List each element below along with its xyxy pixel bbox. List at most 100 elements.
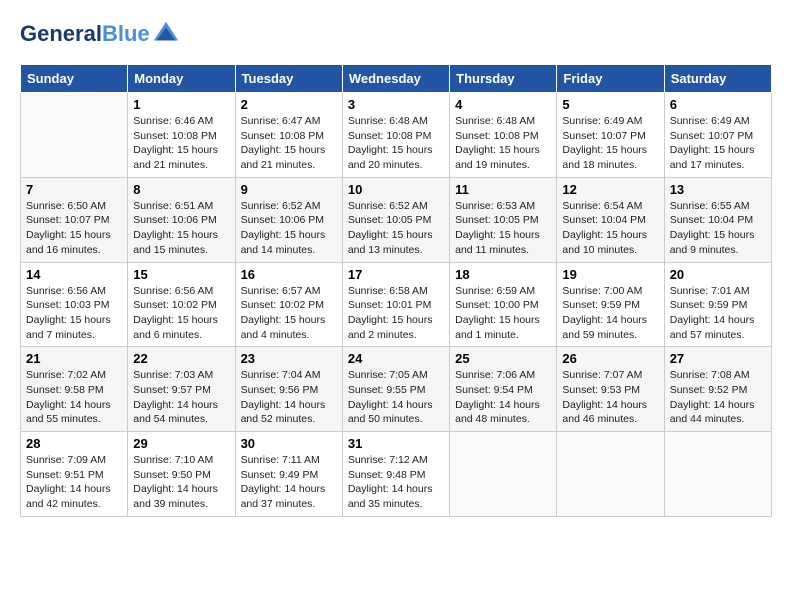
day-number: 2: [241, 97, 337, 112]
day-number: 3: [348, 97, 444, 112]
calendar-cell-w4d4: [450, 432, 557, 517]
calendar-cell-w3d2: 23 Sunrise: 7:04 AM Sunset: 9:56 PM Dayli…: [235, 347, 342, 432]
calendar-table: SundayMondayTuesdayWednesdayThursdayFrid…: [20, 64, 772, 517]
day-info: Sunrise: 6:56 AM Sunset: 10:03 PM Daylig…: [26, 284, 122, 343]
day-number: 29: [133, 436, 229, 451]
calendar-cell-w2d5: 19Sunrise: 7:00 AM Sunset: 9:59 PM Dayli…: [557, 262, 664, 347]
day-number: 20: [670, 267, 766, 282]
day-number: 17: [348, 267, 444, 282]
day-info: Sunrise: 6:57 AM Sunset: 10:02 PM Daylig…: [241, 284, 337, 343]
day-number: 9: [241, 182, 337, 197]
calendar-cell-w0d3: 3 Sunrise: 6:48 AM Sunset: 10:08 PM Dayli…: [342, 93, 449, 178]
day-number: 6: [670, 97, 766, 112]
calendar-cell-w0d4: 4 Sunrise: 6:48 AM Sunset: 10:08 PM Dayli…: [450, 93, 557, 178]
day-number: 22: [133, 351, 229, 366]
weekday-header-monday: Monday: [128, 65, 235, 93]
calendar-cell-w1d0: 7 Sunrise: 6:50 AM Sunset: 10:07 PM Dayli…: [21, 177, 128, 262]
day-info: Sunrise: 6:48 AM Sunset: 10:08 PM Daylig…: [455, 114, 551, 173]
day-number: 11: [455, 182, 551, 197]
calendar-cell-w3d1: 22 Sunrise: 7:03 AM Sunset: 9:57 PM Dayli…: [128, 347, 235, 432]
day-info: Sunrise: 6:55 AM Sunset: 10:04 PM Daylig…: [670, 199, 766, 258]
calendar-cell-w0d2: 2 Sunrise: 6:47 AM Sunset: 10:08 PM Dayli…: [235, 93, 342, 178]
day-info: Sunrise: 6:59 AM Sunset: 10:00 PM Daylig…: [455, 284, 551, 343]
calendar-cell-w4d6: [664, 432, 771, 517]
day-info: Sunrise: 7:11 AM Sunset: 9:49 PM Dayligh…: [241, 453, 337, 512]
weekday-header-thursday: Thursday: [450, 65, 557, 93]
day-number: 4: [455, 97, 551, 112]
day-info: Sunrise: 7:07 AM Sunset: 9:53 PM Dayligh…: [562, 368, 658, 427]
calendar-cell-w2d0: 14 Sunrise: 6:56 AM Sunset: 10:03 PM Dayl…: [21, 262, 128, 347]
day-number: 28: [26, 436, 122, 451]
day-number: 26: [562, 351, 658, 366]
calendar-cell-w4d2: 30 Sunrise: 7:11 AM Sunset: 9:49 PM Dayli…: [235, 432, 342, 517]
day-number: 1: [133, 97, 229, 112]
calendar-cell-w1d1: 8 Sunrise: 6:51 AM Sunset: 10:06 PM Dayli…: [128, 177, 235, 262]
day-number: 30: [241, 436, 337, 451]
day-info: Sunrise: 7:06 AM Sunset: 9:54 PM Dayligh…: [455, 368, 551, 427]
calendar-cell-w2d6: 20 Sunrise: 7:01 AM Sunset: 9:59 PM Dayli…: [664, 262, 771, 347]
day-info: Sunrise: 7:03 AM Sunset: 9:57 PM Dayligh…: [133, 368, 229, 427]
day-info: Sunrise: 7:12 AM Sunset: 9:48 PM Dayligh…: [348, 453, 444, 512]
day-number: 21: [26, 351, 122, 366]
day-info: Sunrise: 7:08 AM Sunset: 9:52 PM Dayligh…: [670, 368, 766, 427]
calendar-cell-w1d6: 13Sunrise: 6:55 AM Sunset: 10:04 PM Dayl…: [664, 177, 771, 262]
day-info: Sunrise: 7:04 AM Sunset: 9:56 PM Dayligh…: [241, 368, 337, 427]
day-info: Sunrise: 7:01 AM Sunset: 9:59 PM Dayligh…: [670, 284, 766, 343]
calendar-cell-w2d2: 16Sunrise: 6:57 AM Sunset: 10:02 PM Dayl…: [235, 262, 342, 347]
day-info: Sunrise: 6:58 AM Sunset: 10:01 PM Daylig…: [348, 284, 444, 343]
calendar-cell-w0d6: 6Sunrise: 6:49 AM Sunset: 10:07 PM Dayli…: [664, 93, 771, 178]
day-number: 25: [455, 351, 551, 366]
logo-text: GeneralBlue: [20, 22, 150, 46]
logo: GeneralBlue: [20, 20, 180, 48]
day-info: Sunrise: 6:50 AM Sunset: 10:07 PM Daylig…: [26, 199, 122, 258]
calendar-cell-w1d4: 11 Sunrise: 6:53 AM Sunset: 10:05 PM Dayl…: [450, 177, 557, 262]
weekday-header-saturday: Saturday: [664, 65, 771, 93]
calendar-cell-w1d3: 10 Sunrise: 6:52 AM Sunset: 10:05 PM Dayl…: [342, 177, 449, 262]
weekday-header-tuesday: Tuesday: [235, 65, 342, 93]
day-number: 7: [26, 182, 122, 197]
calendar-cell-w3d0: 21 Sunrise: 7:02 AM Sunset: 9:58 PM Dayli…: [21, 347, 128, 432]
weekday-header-friday: Friday: [557, 65, 664, 93]
day-number: 15: [133, 267, 229, 282]
calendar-cell-w4d0: 28 Sunrise: 7:09 AM Sunset: 9:51 PM Dayli…: [21, 432, 128, 517]
day-info: Sunrise: 6:54 AM Sunset: 10:04 PM Daylig…: [562, 199, 658, 258]
day-info: Sunrise: 6:49 AM Sunset: 10:07 PM Daylig…: [562, 114, 658, 173]
calendar-cell-w2d3: 17 Sunrise: 6:58 AM Sunset: 10:01 PM Dayl…: [342, 262, 449, 347]
day-info: Sunrise: 6:48 AM Sunset: 10:08 PM Daylig…: [348, 114, 444, 173]
day-number: 18: [455, 267, 551, 282]
calendar-cell-w3d4: 25 Sunrise: 7:06 AM Sunset: 9:54 PM Dayli…: [450, 347, 557, 432]
day-number: 23: [241, 351, 337, 366]
day-info: Sunrise: 6:51 AM Sunset: 10:06 PM Daylig…: [133, 199, 229, 258]
day-number: 10: [348, 182, 444, 197]
day-info: Sunrise: 6:47 AM Sunset: 10:08 PM Daylig…: [241, 114, 337, 173]
calendar-cell-w1d2: 9 Sunrise: 6:52 AM Sunset: 10:06 PM Dayli…: [235, 177, 342, 262]
day-number: 8: [133, 182, 229, 197]
logo-icon: [152, 20, 180, 48]
day-info: Sunrise: 7:02 AM Sunset: 9:58 PM Dayligh…: [26, 368, 122, 427]
day-info: Sunrise: 7:10 AM Sunset: 9:50 PM Dayligh…: [133, 453, 229, 512]
day-info: Sunrise: 7:09 AM Sunset: 9:51 PM Dayligh…: [26, 453, 122, 512]
day-number: 31: [348, 436, 444, 451]
day-info: Sunrise: 7:05 AM Sunset: 9:55 PM Dayligh…: [348, 368, 444, 427]
calendar-cell-w1d5: 12Sunrise: 6:54 AM Sunset: 10:04 PM Dayl…: [557, 177, 664, 262]
calendar-cell-w3d6: 27 Sunrise: 7:08 AM Sunset: 9:52 PM Dayli…: [664, 347, 771, 432]
calendar-cell-w4d5: [557, 432, 664, 517]
day-number: 24: [348, 351, 444, 366]
page-header: GeneralBlue: [20, 20, 772, 48]
calendar-cell-w4d1: 29 Sunrise: 7:10 AM Sunset: 9:50 PM Dayli…: [128, 432, 235, 517]
day-info: Sunrise: 6:52 AM Sunset: 10:05 PM Daylig…: [348, 199, 444, 258]
weekday-header-sunday: Sunday: [21, 65, 128, 93]
day-info: Sunrise: 6:53 AM Sunset: 10:05 PM Daylig…: [455, 199, 551, 258]
calendar-cell-w0d1: 1 Sunrise: 6:46 AM Sunset: 10:08 PM Dayli…: [128, 93, 235, 178]
day-info: Sunrise: 6:46 AM Sunset: 10:08 PM Daylig…: [133, 114, 229, 173]
weekday-header-wednesday: Wednesday: [342, 65, 449, 93]
day-number: 27: [670, 351, 766, 366]
calendar-cell-w0d0: [21, 93, 128, 178]
day-number: 5: [562, 97, 658, 112]
day-info: Sunrise: 6:56 AM Sunset: 10:02 PM Daylig…: [133, 284, 229, 343]
calendar-cell-w4d3: 31 Sunrise: 7:12 AM Sunset: 9:48 PM Dayli…: [342, 432, 449, 517]
calendar-cell-w2d1: 15 Sunrise: 6:56 AM Sunset: 10:02 PM Dayl…: [128, 262, 235, 347]
day-info: Sunrise: 6:52 AM Sunset: 10:06 PM Daylig…: [241, 199, 337, 258]
day-number: 19: [562, 267, 658, 282]
day-number: 14: [26, 267, 122, 282]
